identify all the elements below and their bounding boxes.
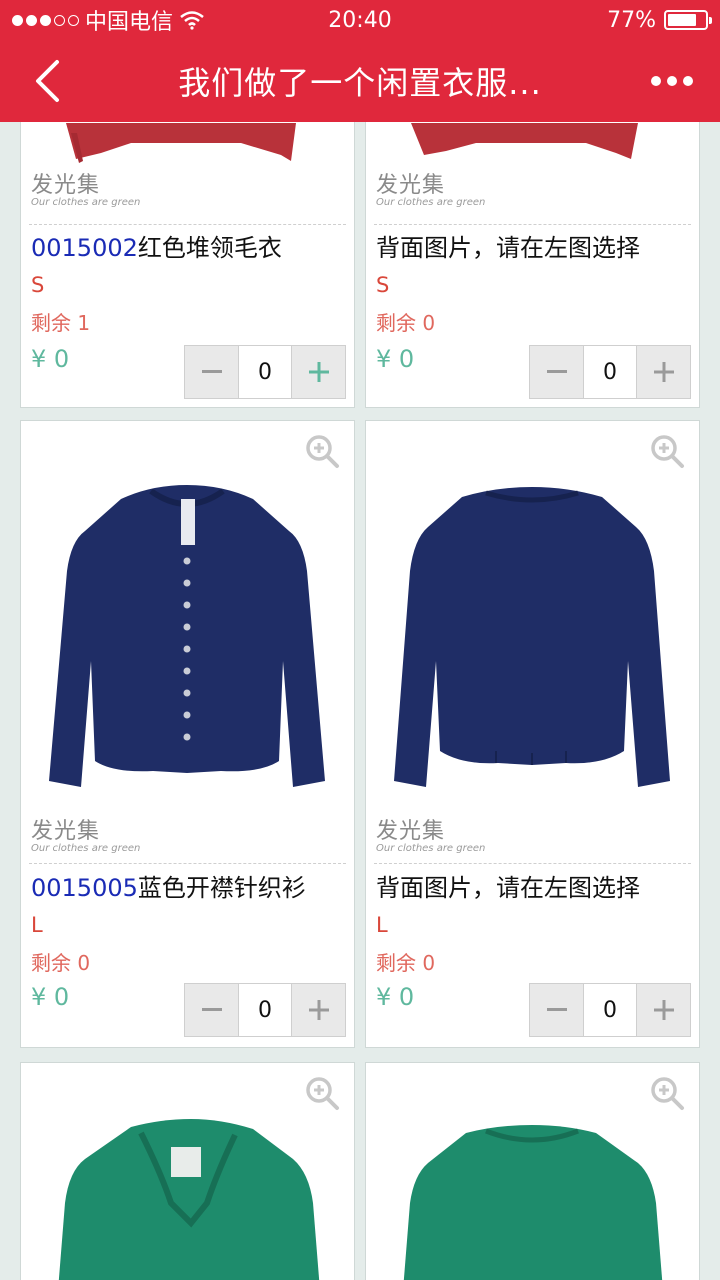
brand-watermark: 发光集: [31, 173, 101, 198]
battery-icon: [664, 10, 712, 30]
product-photo[interactable]: 发光集 Our clothes are green: [366, 122, 699, 219]
brand-watermark: 发光集: [376, 173, 446, 198]
plus-icon: [653, 1000, 674, 1020]
product-grid: 发光集 Our clothes are green 0015002红色堆领毛衣 …: [0, 122, 720, 1280]
product-name: 0015002红色堆领毛衣: [31, 234, 282, 262]
wifi-icon: [180, 11, 204, 30]
brand-watermark: 发光集: [31, 819, 101, 844]
quantity-stepper: 0: [529, 345, 691, 399]
zoom-in-icon[interactable]: [304, 1075, 340, 1111]
back-chevron-icon: [36, 60, 59, 102]
stock-remaining: 剩余 0: [31, 951, 91, 975]
minus-icon: [546, 370, 567, 373]
brand-tagline: Our clothes are green: [376, 197, 486, 208]
product-price: ¥ 0: [31, 983, 70, 1011]
carrier-label: 中国电信: [85, 10, 174, 35]
product-code: 0015005: [31, 874, 138, 902]
minus-icon: [546, 1008, 567, 1011]
product-photo[interactable]: 发光集 Our clothes are green: [366, 421, 699, 861]
brand-tagline: Our clothes are green: [31, 843, 141, 854]
decrement-button[interactable]: [185, 984, 238, 1036]
back-button[interactable]: [22, 52, 72, 110]
increment-button[interactable]: [292, 346, 345, 398]
quantity-value[interactable]: 0: [583, 984, 637, 1036]
product-photo[interactable]: [366, 1063, 699, 1280]
decrement-button[interactable]: [530, 984, 583, 1036]
product-size: L: [31, 913, 43, 937]
decrement-button[interactable]: [185, 346, 238, 398]
status-bar: 中国电信 20:40 77%: [0, 0, 720, 40]
increment-button[interactable]: [292, 984, 345, 1036]
product-price: ¥ 0: [376, 345, 415, 373]
product-card: 发光集 Our clothes are green 背面图片，请在左图选择 S …: [365, 122, 700, 408]
product-card: 发光集 Our clothes are green 0015002红色堆领毛衣 …: [20, 122, 355, 408]
quantity-stepper: 0: [529, 983, 691, 1037]
page-title: 我们做了一个闲置衣服...: [178, 64, 542, 102]
product-code: 0015002: [31, 234, 138, 262]
product-size: S: [376, 273, 390, 297]
nav-bar: 我们做了一个闲置衣服...: [0, 40, 720, 122]
brand-tagline: Our clothes are green: [376, 843, 486, 854]
quantity-value[interactable]: 0: [238, 984, 292, 1036]
product-price: ¥ 0: [376, 983, 415, 1011]
product-name: 0015005蓝色开襟针织衫: [31, 874, 306, 902]
plus-icon: [653, 362, 674, 382]
more-dots-icon: [651, 76, 661, 86]
product-size: S: [31, 273, 45, 297]
product-card: [365, 1062, 700, 1280]
product-photo[interactable]: 发光集 Our clothes are green: [21, 421, 354, 861]
stock-remaining: 剩余 1: [31, 311, 91, 335]
increment-button[interactable]: [637, 346, 690, 398]
product-card: 发光集 Our clothes are green 0015005蓝色开襟针织衫…: [20, 420, 355, 1048]
zoom-in-icon[interactable]: [649, 433, 685, 469]
product-photo[interactable]: [21, 1063, 354, 1280]
brand-tagline: Our clothes are green: [31, 197, 141, 208]
product-name: 背面图片，请在左图选择: [376, 874, 640, 902]
product-size: L: [376, 913, 388, 937]
product-photo[interactable]: 发光集 Our clothes are green: [21, 122, 354, 219]
product-price: ¥ 0: [31, 345, 70, 373]
product-card: 发光集 Our clothes are green 背面图片，请在左图选择 L …: [365, 420, 700, 1048]
quantity-value[interactable]: 0: [238, 346, 292, 398]
stock-remaining: 剩余 0: [376, 951, 436, 975]
brand-watermark: 发光集: [376, 819, 446, 844]
plus-icon: [308, 1000, 329, 1020]
zoom-in-icon[interactable]: [304, 433, 340, 469]
minus-icon: [201, 370, 222, 373]
zoom-in-icon[interactable]: [649, 1075, 685, 1111]
minus-icon: [201, 1008, 222, 1011]
quantity-stepper: 0: [184, 345, 346, 399]
increment-button[interactable]: [637, 984, 690, 1036]
stock-remaining: 剩余 0: [376, 311, 436, 335]
decrement-button[interactable]: [530, 346, 583, 398]
product-card: [20, 1062, 355, 1280]
signal-strength-icon: [12, 14, 79, 26]
product-name: 背面图片，请在左图选择: [376, 234, 640, 262]
quantity-value[interactable]: 0: [583, 346, 637, 398]
plus-icon: [308, 362, 329, 382]
quantity-stepper: 0: [184, 983, 346, 1037]
battery-percent: 77%: [607, 7, 656, 33]
more-options-button[interactable]: [642, 58, 702, 104]
